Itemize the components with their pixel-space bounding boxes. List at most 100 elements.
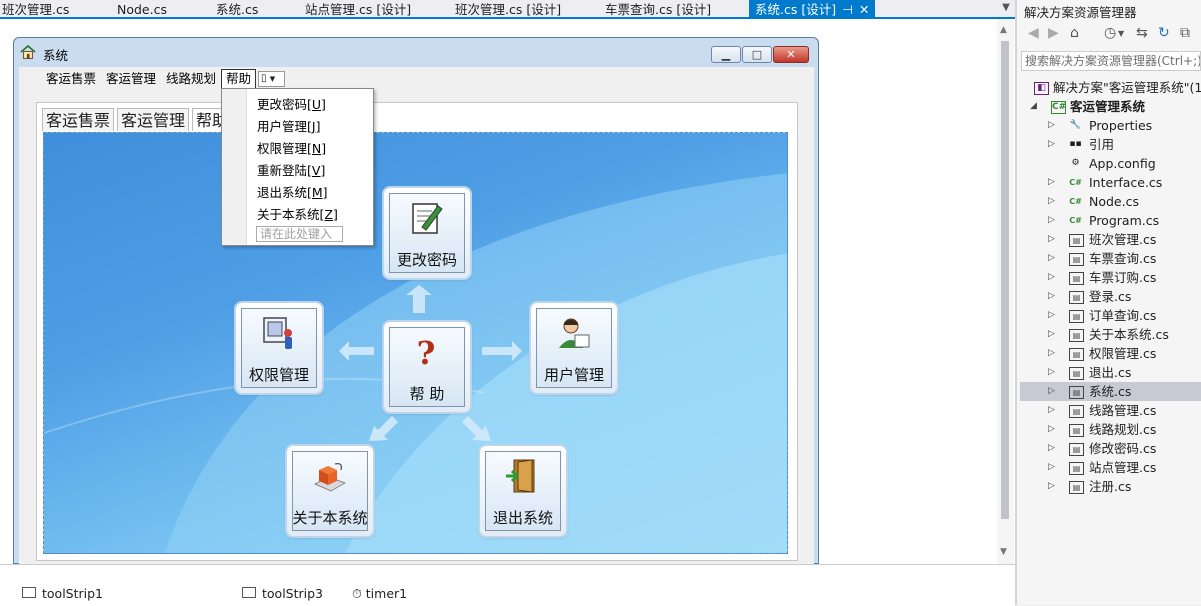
tree-item[interactable]: ▷ C# Node.cs — [1020, 192, 1201, 211]
tree-item[interactable]: ▷ ▤ 车票订购.cs — [1020, 268, 1201, 287]
tree-item[interactable]: ▷ ▤ 关于本系统.cs — [1020, 325, 1201, 344]
pin-icon[interactable]: ⊣ — [842, 2, 853, 17]
doc-tab[interactable]: 班次管理.cs — [0, 0, 69, 19]
tree-item[interactable]: ▷ ▤ 订单查询.cs — [1020, 306, 1201, 325]
home-icon[interactable]: ⌂ — [1070, 25, 1079, 41]
tree-solution[interactable]: ◧ 解决方案"客运管理系统"(1 个项目) — [1020, 78, 1201, 97]
references-icon: ▪▪ — [1069, 139, 1082, 149]
maximize-button[interactable]: □ — [742, 46, 772, 63]
tree-item[interactable]: ▷ ▤ 权限管理.cs — [1020, 344, 1201, 363]
doc-tab[interactable]: 车票查询.cs [设计] — [603, 0, 711, 19]
tree-item[interactable]: ▷ ▤ 退出.cs — [1020, 363, 1201, 382]
tree-item[interactable]: ⚙ App.config — [1020, 154, 1201, 173]
close-button[interactable]: ✕ — [773, 46, 809, 63]
menu-item-exit-system[interactable]: 退出系统[M] — [257, 182, 328, 201]
expand-arrow-icon[interactable]: ▷ — [1048, 458, 1055, 477]
expand-arrow-icon[interactable]: ▷ — [1048, 325, 1055, 344]
tree-item[interactable]: ▷ ▤ 线路规划.cs — [1020, 420, 1201, 439]
tray-item-timer1[interactable]: ⏱ timer1 — [352, 586, 407, 602]
menu-ticket-sales[interactable]: 客运售票 — [42, 69, 100, 89]
solution-search-input[interactable]: 搜索解决方案资源管理器(Ctrl+;) — [1021, 51, 1201, 71]
menu-add-item-dropdown[interactable]: ▯ ▼ — [258, 71, 285, 87]
form-icon: ▤ — [1069, 443, 1084, 456]
tree-item[interactable]: ▷ ▤ 修改密码.cs — [1020, 439, 1201, 458]
expand-arrow-icon[interactable]: ▷ — [1048, 344, 1055, 363]
tree-item[interactable]: ▷ ▤ 注册.cs — [1020, 477, 1201, 496]
history-icon[interactable]: ◷ — [1104, 25, 1116, 41]
vertical-scrollbar[interactable]: ▲ ▼ — [997, 19, 1014, 564]
tree-item[interactable]: ▷ ▤ 系统.cs — [1020, 382, 1201, 401]
expand-arrow-icon[interactable]: ▷ — [1048, 249, 1055, 268]
doc-tab[interactable]: 站点管理.cs [设计] — [303, 0, 411, 19]
expand-arrow-icon[interactable]: ▷ — [1048, 230, 1055, 249]
refresh-icon[interactable]: ↻ — [1158, 25, 1170, 41]
scroll-up-icon[interactable]: ▲ — [1000, 25, 1007, 35]
doc-tab[interactable]: 系统.cs — [214, 0, 258, 19]
tree-item[interactable]: ▷ ▤ 车票查询.cs — [1020, 249, 1201, 268]
expand-arrow-icon[interactable]: ▷ — [1048, 401, 1055, 420]
tree-item[interactable]: ▷ ▤ 班次管理.cs — [1020, 230, 1201, 249]
expand-arrow-icon[interactable]: ▷ — [1048, 192, 1055, 211]
tree-item[interactable]: ▷ ▤ 登录.cs — [1020, 287, 1201, 306]
menu-item-permissions[interactable]: 权限管理[N] — [257, 138, 326, 157]
tree-item[interactable]: ▷ ▤ 线路管理.cs — [1020, 401, 1201, 420]
expand-arrow-icon[interactable]: ▷ — [1048, 211, 1055, 230]
tab-overflow-dropdown-icon[interactable]: ▼ — [1000, 2, 1012, 14]
tree-item[interactable]: ▷ ▪▪ 引用 — [1020, 135, 1201, 154]
expanded-arrow-icon[interactable]: ◢ — [1030, 97, 1037, 116]
tree-item[interactable]: ▷ C# Program.cs — [1020, 211, 1201, 230]
menu-item-relogin[interactable]: 重新登陆[V] — [257, 160, 325, 179]
type-here-input[interactable]: 请在此处键入 — [256, 226, 343, 242]
about-tile[interactable]: 关于本系统 — [287, 446, 373, 536]
tree-item[interactable]: ▷ 🔧 Properties — [1020, 116, 1201, 135]
user-management-tile[interactable]: 用户管理 — [531, 303, 617, 393]
exit-system-tile[interactable]: 退出系统 — [480, 446, 566, 536]
tile-label: 更改密码 — [396, 251, 457, 269]
tree-item[interactable]: ▷ C# Interface.cs — [1020, 173, 1201, 192]
tray-item-toolstrip3[interactable]: toolStrip3 — [242, 586, 323, 601]
tree-project[interactable]: ◢ C# 客运管理系统 — [1020, 97, 1201, 116]
close-icon[interactable]: ✕ — [859, 2, 869, 17]
chevron-down-icon[interactable]: ▼ — [1118, 29, 1124, 38]
collapse-all-icon[interactable]: ⧉ — [1180, 25, 1190, 41]
menu-transport-management[interactable]: 客运管理 — [102, 69, 160, 89]
menu-item-change-password[interactable]: 更改密码[U] — [257, 94, 326, 113]
tray-item-toolstrip1[interactable]: toolStrip1 — [22, 586, 103, 601]
menu-item-about[interactable]: 关于本系统[Z] — [257, 204, 338, 223]
minimize-button[interactable]: ▁ — [711, 46, 741, 63]
sync-icon[interactable]: ⇆ — [1136, 25, 1148, 41]
menu-help[interactable]: 帮助 — [221, 69, 257, 89]
form-tab-ticket-sales[interactable]: 客运售票 — [42, 108, 115, 131]
form-tab-transport-management[interactable]: 客运管理 — [117, 108, 190, 131]
menu-item-shortcut: [Z] — [319, 207, 338, 222]
change-password-tile[interactable]: 更改密码 — [384, 188, 470, 278]
tree-item[interactable]: ▷ ▤ 站点管理.cs — [1020, 458, 1201, 477]
form-icon: ▤ — [1069, 424, 1084, 437]
expand-arrow-icon[interactable]: ▷ — [1048, 420, 1055, 439]
permissions-tile[interactable]: 权限管理 — [236, 303, 322, 393]
expand-arrow-icon[interactable]: ▷ — [1048, 477, 1055, 496]
scrollbar-thumb[interactable] — [1001, 41, 1009, 519]
expand-arrow-icon[interactable]: ▷ — [1048, 287, 1055, 306]
help-tile[interactable]: ? 帮 助 — [384, 322, 470, 412]
menu-item-user-management[interactable]: 用户管理[J] — [257, 116, 320, 135]
expand-arrow-icon[interactable]: ▷ — [1048, 135, 1055, 154]
menu-route-planning[interactable]: 线路规划 — [162, 69, 220, 89]
back-icon[interactable]: ◀ — [1028, 25, 1039, 41]
csharp-icon: C# — [1069, 216, 1082, 225]
expand-arrow-icon[interactable]: ▷ — [1048, 116, 1055, 135]
expand-arrow-icon[interactable]: ▷ — [1048, 363, 1055, 382]
form-icon: ▤ — [1069, 329, 1084, 342]
forward-icon[interactable]: ▶ — [1048, 25, 1059, 41]
expand-arrow-icon[interactable]: ▷ — [1048, 173, 1055, 192]
doc-tab[interactable]: 班次管理.cs [设计] — [453, 0, 561, 19]
doc-tab[interactable]: Node.cs — [115, 0, 167, 19]
question-mark-icon: ? — [417, 334, 436, 370]
scroll-down-icon[interactable]: ▼ — [1000, 547, 1007, 557]
expand-arrow-icon[interactable]: ▷ — [1048, 306, 1055, 325]
expand-arrow-icon[interactable]: ▷ — [1048, 382, 1055, 401]
expand-arrow-icon[interactable]: ▷ — [1048, 439, 1055, 458]
doc-tab-active[interactable]: 系统.cs [设计] ⊣ ✕ — [749, 0, 876, 19]
solution-explorer-toolbar: ◀ ▶ ⌂ ◷ ▼ ⇆ ↻ ⧉ — [1020, 25, 1201, 47]
expand-arrow-icon[interactable]: ▷ — [1048, 268, 1055, 287]
